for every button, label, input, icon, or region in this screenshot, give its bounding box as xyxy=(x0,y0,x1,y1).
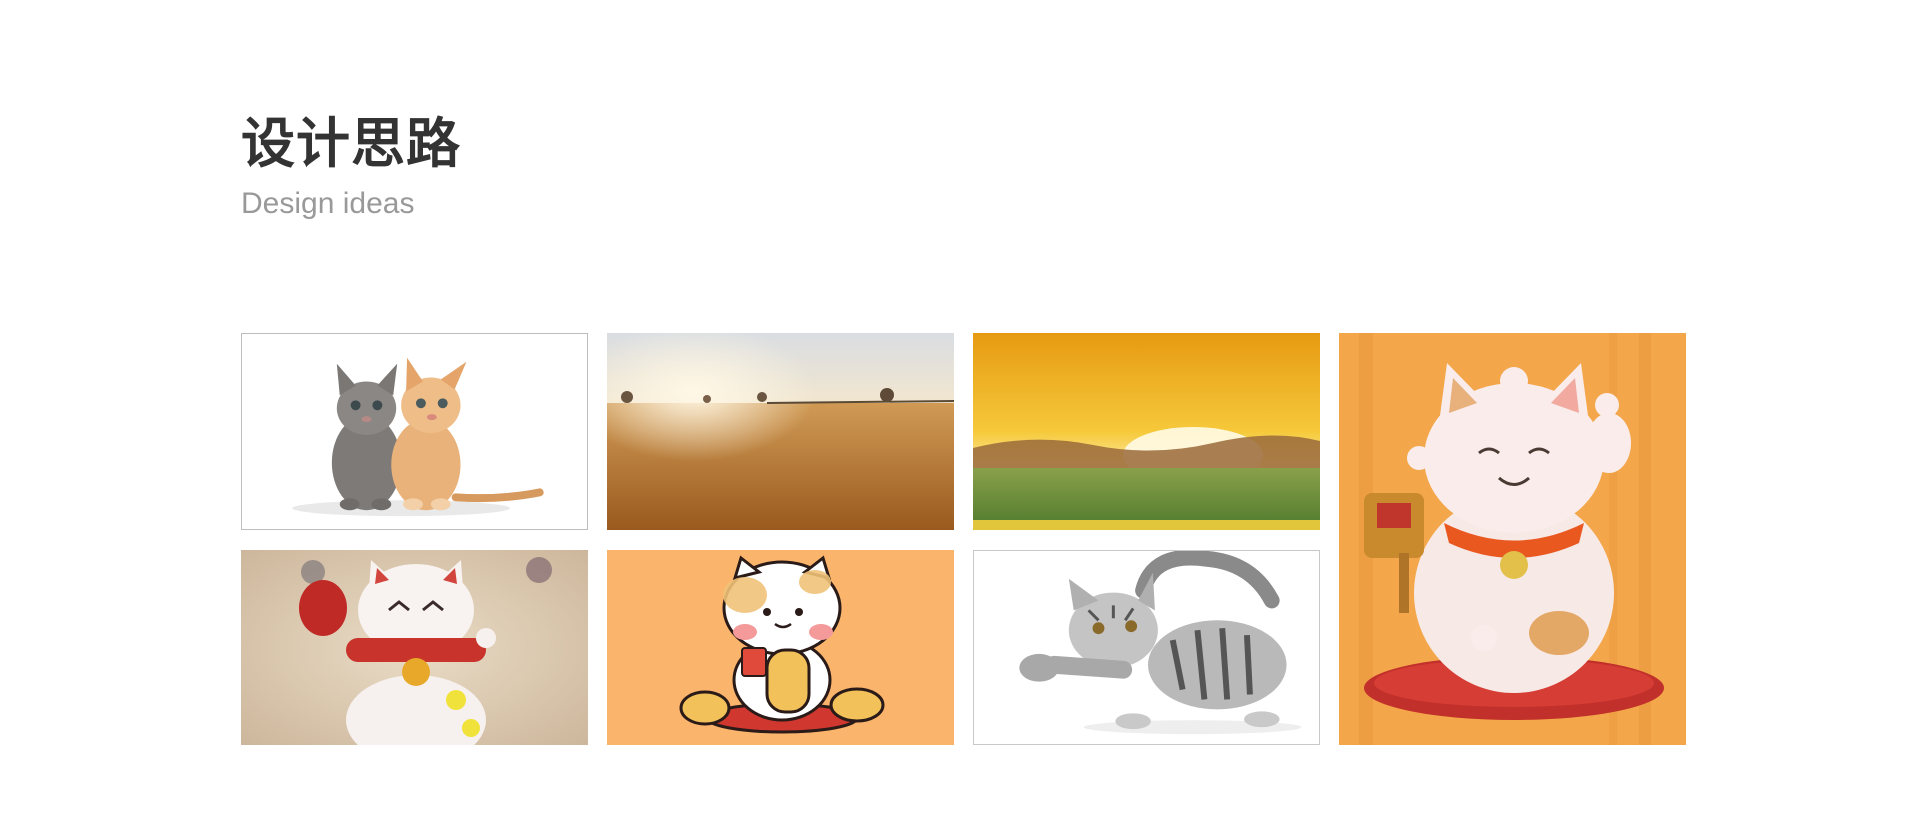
painted-sunrise-image xyxy=(973,333,1320,530)
lucky-cat-icon xyxy=(1339,333,1686,745)
lucky-cat-cartoon-icon xyxy=(607,550,954,745)
lucky-cat-illustration-image xyxy=(1339,333,1686,745)
lucky-cat-figurine-icon xyxy=(241,550,588,745)
field-landscape-icon xyxy=(607,333,954,530)
two-kittens-image xyxy=(241,333,588,530)
page-title: 设计思路 xyxy=(241,112,461,175)
page-subtitle: Design ideas xyxy=(241,187,415,220)
tabby-kitten-icon xyxy=(974,551,1319,744)
two-kittens-icon xyxy=(242,334,587,529)
sunrise-painting-icon xyxy=(973,333,1320,530)
design-ideas-page: 设计思路 Design ideas xyxy=(0,0,1920,831)
tabby-kitten-image xyxy=(973,550,1320,745)
lucky-cat-cartoon-image xyxy=(607,550,954,745)
lucky-cat-figurine-image xyxy=(241,550,588,745)
golden-field-image xyxy=(607,333,954,530)
